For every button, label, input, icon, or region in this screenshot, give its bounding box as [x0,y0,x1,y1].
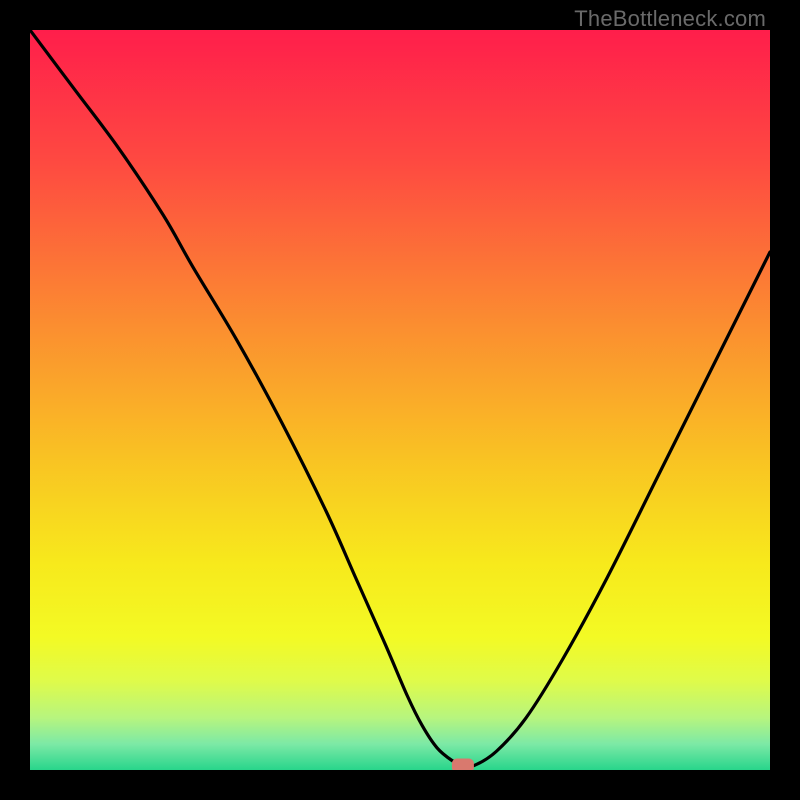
chart-svg [30,30,770,770]
chart-frame: TheBottleneck.com [0,0,800,800]
watermark-text: TheBottleneck.com [574,6,766,32]
optimal-marker [452,759,474,770]
plot-area [30,30,770,770]
gradient-bg [30,30,770,770]
